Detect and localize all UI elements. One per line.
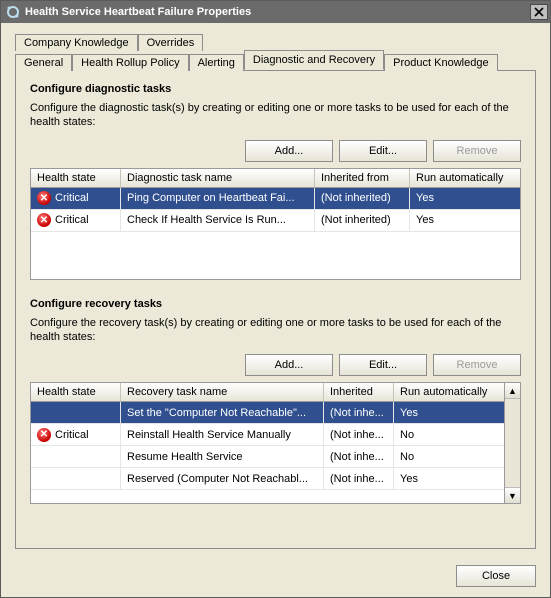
diagnostic-grid[interactable]: Health state Diagnostic task name Inheri… <box>30 168 521 280</box>
scroll-track[interactable] <box>505 399 520 487</box>
col-diagnostic-task-name[interactable]: Diagnostic task name <box>121 169 315 188</box>
cell-health-state <box>31 446 121 467</box>
dialog-footer: Close <box>1 555 550 597</box>
cell-health-state: ✕ Critical <box>31 210 121 231</box>
scroll-up-button[interactable]: ▲ <box>505 383 520 399</box>
recovery-section-desc: Configure the recovery task(s) by creati… <box>30 316 521 345</box>
diagnostic-button-row: Add... Edit... Remove <box>30 140 521 162</box>
recovery-section-title: Configure recovery tasks <box>30 298 521 310</box>
recovery-button-row: Add... Edit... Remove <box>30 354 521 376</box>
critical-icon: ✕ <box>37 213 51 227</box>
cell-auto: No <box>394 424 504 445</box>
diagnostic-add-button[interactable]: Add... <box>245 140 333 162</box>
diagnostic-remove-button[interactable]: Remove <box>433 140 521 162</box>
col-inherited[interactable]: Inherited <box>324 383 394 402</box>
close-icon <box>534 7 544 17</box>
diagnostic-section-title: Configure diagnostic tasks <box>30 83 521 95</box>
tab-alerting[interactable]: Alerting <box>189 54 244 71</box>
diagnostic-grid-body: ✕ Critical Ping Computer on Heartbeat Fa… <box>31 188 520 276</box>
cell-inherited: (Not inhe... <box>324 424 394 445</box>
tab-row-1: Company Knowledge Overrides <box>15 33 536 50</box>
cell-health-state: ✕ Critical <box>31 188 121 209</box>
critical-icon: ✕ <box>37 191 51 205</box>
table-row[interactable]: Set the "Computer Not Reachable"... (Not… <box>31 402 504 424</box>
tab-body: Configure diagnostic tasks Configure the… <box>15 70 536 549</box>
cell-task-name: Reinstall Health Service Manually <box>121 424 324 445</box>
dialog-window: Health Service Heartbeat Failure Propert… <box>0 0 551 598</box>
table-row[interactable]: ✕ Critical Ping Computer on Heartbeat Fa… <box>31 188 520 210</box>
cell-health-state: ✕ Critical <box>31 424 121 445</box>
col-run-automatically[interactable]: Run automatically <box>394 383 504 402</box>
critical-icon: ✕ <box>37 428 51 442</box>
titlebar[interactable]: Health Service Heartbeat Failure Propert… <box>1 1 550 23</box>
cell-auto: No <box>394 446 504 467</box>
window-title: Health Service Heartbeat Failure Propert… <box>25 6 530 18</box>
tab-general[interactable]: General <box>15 54 72 71</box>
tab-diagnostic-and-recovery[interactable]: Diagnostic and Recovery <box>244 50 384 70</box>
cell-inherited: (Not inhe... <box>324 402 394 423</box>
dialog-content: Company Knowledge Overrides General Heal… <box>1 23 550 555</box>
diagnostic-grid-header: Health state Diagnostic task name Inheri… <box>31 169 520 188</box>
recovery-edit-button[interactable]: Edit... <box>339 354 427 376</box>
col-health-state[interactable]: Health state <box>31 169 121 188</box>
col-recovery-task-name[interactable]: Recovery task name <box>121 383 324 402</box>
recovery-remove-button[interactable]: Remove <box>433 354 521 376</box>
recovery-scrollbar[interactable]: ▲ ▼ <box>505 382 521 504</box>
cell-auto: Yes <box>394 468 504 489</box>
cell-task-name: Check If Health Service Is Run... <box>121 210 315 231</box>
health-state-text: Critical <box>55 192 89 204</box>
cell-task-name: Set the "Computer Not Reachable"... <box>121 402 324 423</box>
cell-task-name: Resume Health Service <box>121 446 324 467</box>
recovery-grid-body: Set the "Computer Not Reachable"... (Not… <box>31 402 504 500</box>
scroll-down-button[interactable]: ▼ <box>505 487 520 503</box>
tab-company-knowledge[interactable]: Company Knowledge <box>15 34 138 51</box>
cell-auto: Yes <box>410 188 520 209</box>
recovery-grid-wrap: Health state Recovery task name Inherite… <box>30 382 521 504</box>
diagnostic-section-desc: Configure the diagnostic task(s) by crea… <box>30 101 521 130</box>
cell-inherited: (Not inhe... <box>324 446 394 467</box>
col-health-state[interactable]: Health state <box>31 383 121 402</box>
close-button[interactable]: Close <box>456 565 536 587</box>
table-row[interactable]: Resume Health Service (Not inhe... No <box>31 446 504 468</box>
cell-health-state <box>31 402 121 423</box>
cell-inherited: (Not inhe... <box>324 468 394 489</box>
cell-auto: Yes <box>394 402 504 423</box>
table-row[interactable]: ✕ Critical Check If Health Service Is Ru… <box>31 210 520 232</box>
diagnostic-edit-button[interactable]: Edit... <box>339 140 427 162</box>
tab-row-2: General Health Rollup Policy Alerting Di… <box>15 50 536 70</box>
cell-task-name: Reserved (Computer Not Reachabl... <box>121 468 324 489</box>
table-row[interactable]: ✕ Critical Reinstall Health Service Manu… <box>31 424 504 446</box>
app-icon <box>5 4 21 20</box>
col-inherited-from[interactable]: Inherited from <box>315 169 410 188</box>
table-row[interactable]: Reserved (Computer Not Reachabl... (Not … <box>31 468 504 490</box>
cell-auto: Yes <box>410 210 520 231</box>
cell-inherited: (Not inherited) <box>315 188 410 209</box>
window-close-button[interactable] <box>530 4 548 20</box>
cell-task-name: Ping Computer on Heartbeat Fai... <box>121 188 315 209</box>
tab-overrides[interactable]: Overrides <box>138 34 204 51</box>
recovery-add-button[interactable]: Add... <box>245 354 333 376</box>
recovery-grid[interactable]: Health state Recovery task name Inherite… <box>30 382 505 504</box>
recovery-grid-header: Health state Recovery task name Inherite… <box>31 383 504 402</box>
tab-product-knowledge[interactable]: Product Knowledge <box>384 54 497 71</box>
health-state-text: Critical <box>55 214 89 226</box>
tab-health-rollup-policy[interactable]: Health Rollup Policy <box>72 54 188 71</box>
cell-inherited: (Not inherited) <box>315 210 410 231</box>
cell-health-state <box>31 468 121 489</box>
health-state-text: Critical <box>55 429 89 441</box>
col-run-automatically[interactable]: Run automatically <box>410 169 520 188</box>
